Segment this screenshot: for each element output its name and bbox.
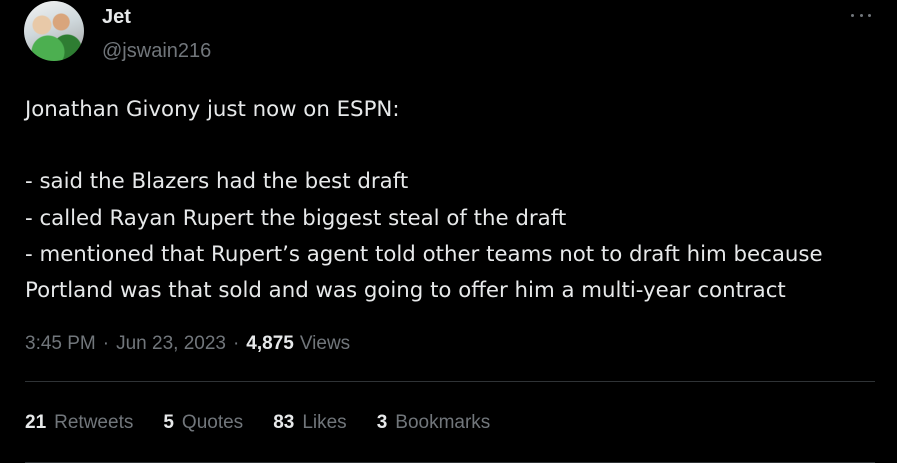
likes-stat[interactable]: 83 Likes bbox=[273, 410, 347, 436]
display-name[interactable]: Jet bbox=[102, 5, 211, 29]
tweet-line: - said the Blazers had the best draft bbox=[25, 169, 409, 195]
tweet-line: Portland was that sold and was going to … bbox=[25, 277, 786, 303]
bookmarks-count: 3 bbox=[376, 412, 388, 433]
tweet-header: Jet @jswain216 bbox=[24, 0, 211, 63]
engagement-stats: 21 Retweets 5 Quotes 83 Likes 3 Bookmarks bbox=[25, 410, 520, 436]
more-dot bbox=[859, 13, 863, 17]
retweets-stat[interactable]: 21 Retweets bbox=[25, 410, 133, 436]
tweet-line: - mentioned that Rupert’s agent told oth… bbox=[25, 241, 823, 267]
bookmarks-stat[interactable]: 3 Bookmarks bbox=[377, 410, 491, 436]
tweet-card: Jet @jswain216 Jonathan Givony just now … bbox=[0, 0, 897, 463]
meta-separator: · bbox=[102, 333, 110, 354]
tweet-text: Jonathan Givony just now on ESPN: - said… bbox=[25, 92, 875, 309]
divider bbox=[25, 381, 875, 382]
views-label: Views bbox=[299, 333, 351, 354]
retweets-label: Retweets bbox=[54, 412, 134, 433]
quotes-stat[interactable]: 5 Quotes bbox=[163, 410, 243, 436]
quotes-label: Quotes bbox=[181, 412, 244, 433]
tweet-time[interactable]: 3:45 PM bbox=[25, 331, 96, 357]
likes-count: 83 bbox=[273, 412, 295, 433]
tweet-meta: 3:45 PM · Jun 23, 2023 · 4,875 Views bbox=[25, 331, 350, 357]
avatar[interactable] bbox=[24, 1, 84, 61]
more-dot bbox=[851, 13, 854, 17]
tweet-date[interactable]: Jun 23, 2023 bbox=[116, 331, 226, 357]
views-count: 4,875 bbox=[246, 333, 294, 354]
likes-label: Likes bbox=[302, 412, 347, 433]
bookmarks-label: Bookmarks bbox=[395, 412, 491, 433]
user-handle[interactable]: @jswain216 bbox=[102, 39, 211, 63]
more-options-icon[interactable] bbox=[849, 6, 873, 24]
meta-separator: · bbox=[232, 333, 240, 354]
tweet-line bbox=[25, 128, 875, 164]
quotes-count: 5 bbox=[163, 412, 174, 433]
retweets-count: 21 bbox=[25, 412, 47, 433]
user-names: Jet @jswain216 bbox=[102, 0, 211, 63]
tweet-line: Jonathan Givony just now on ESPN: bbox=[25, 97, 400, 122]
more-dot bbox=[868, 13, 871, 17]
tweet-line: - called Rayan Rupert the biggest steal … bbox=[25, 205, 567, 231]
